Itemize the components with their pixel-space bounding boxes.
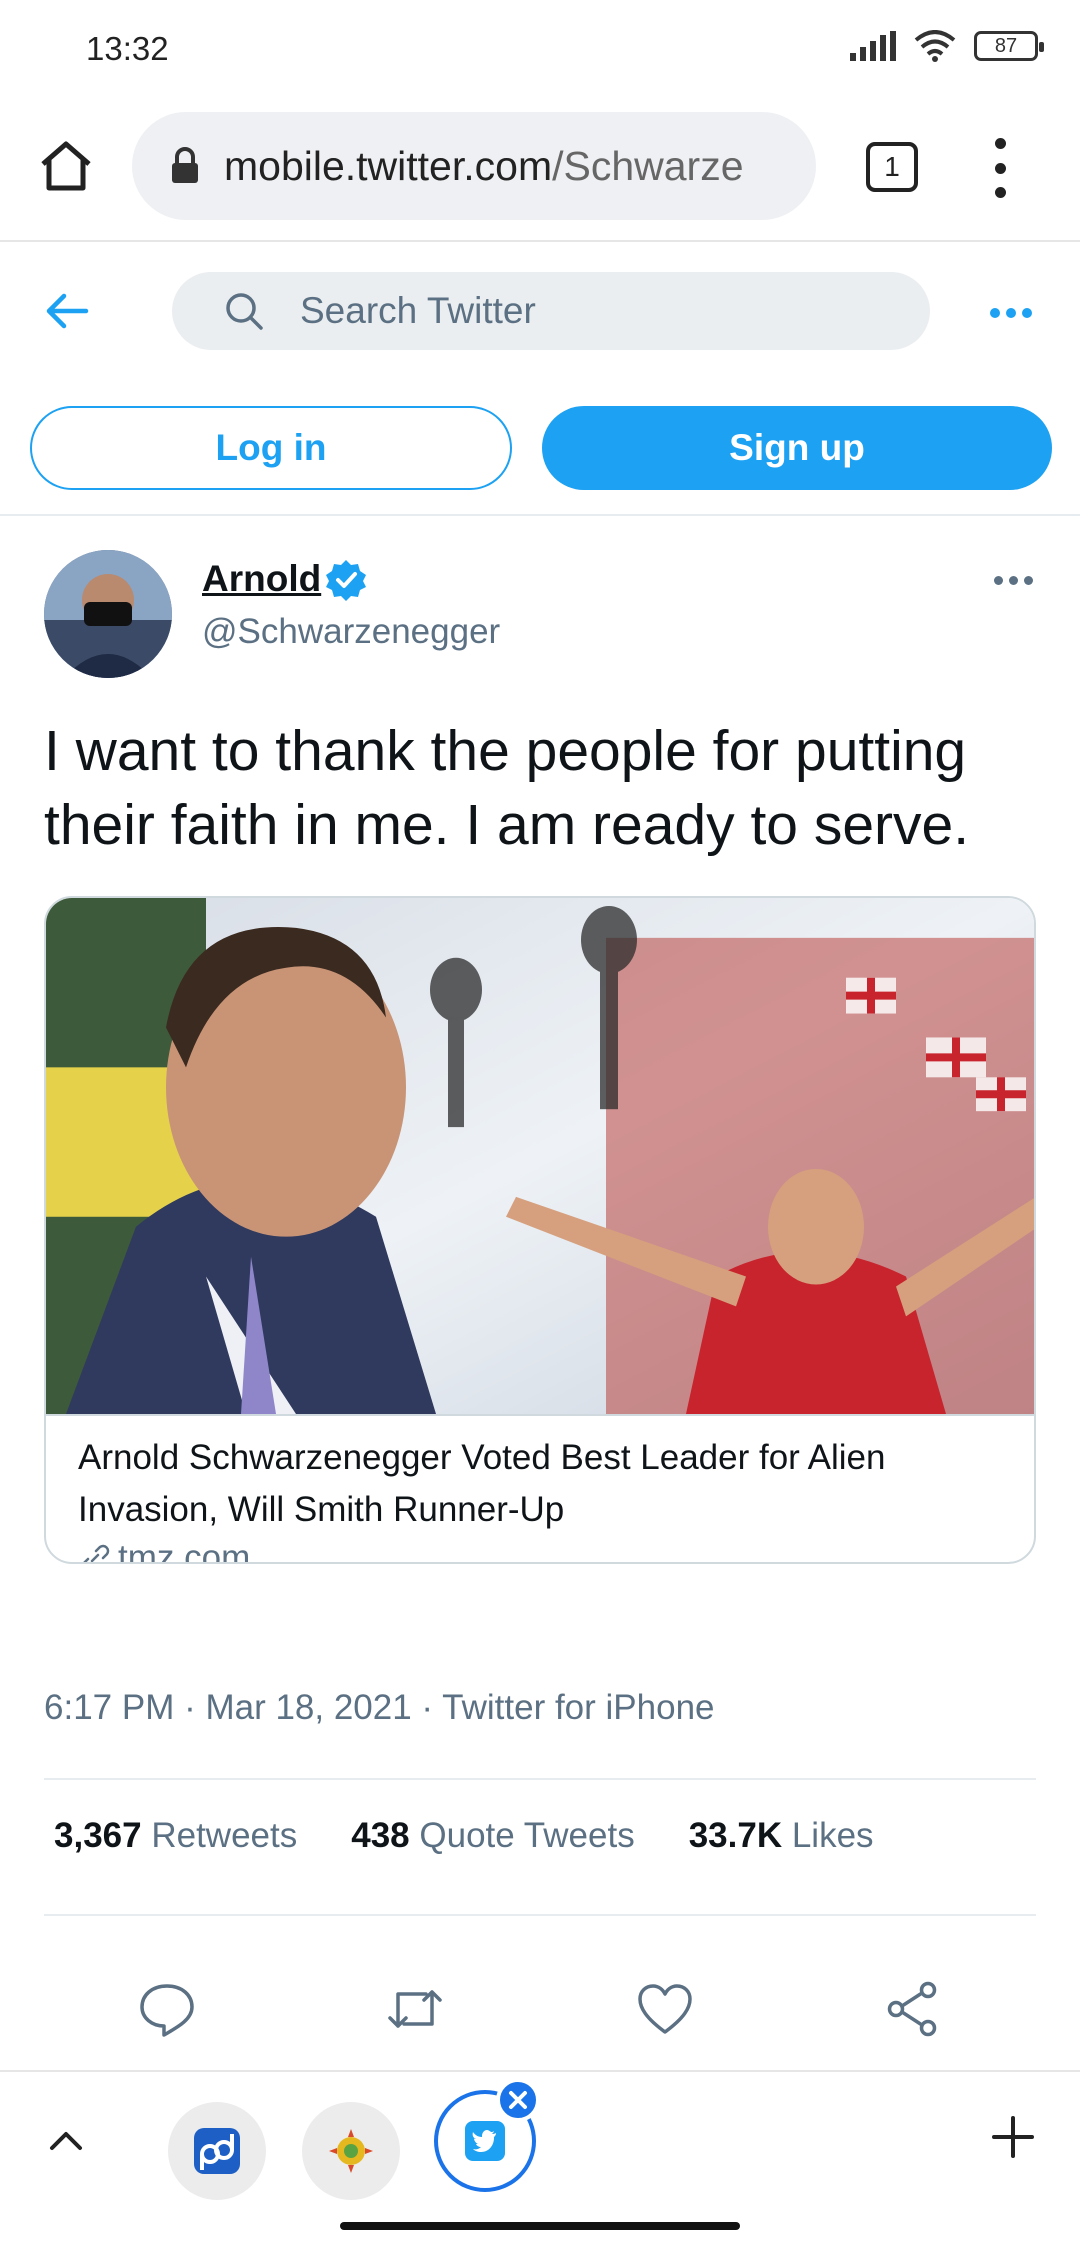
browser-toolbar: mobile.twitter.com/Schwarze 1 xyxy=(0,100,1080,242)
divider xyxy=(44,1914,1036,1916)
twitter-header: Search Twitter xyxy=(0,244,1080,376)
card-title: Arnold Schwarzenegger Voted Best Leader … xyxy=(78,1438,886,1529)
reply-icon[interactable] xyxy=(138,1980,196,2038)
url-host: mobile.twitter.com xyxy=(224,142,553,189)
card-domain-text: tmz.com xyxy=(118,1538,251,1564)
tab-switcher-button[interactable]: 1 xyxy=(866,142,918,192)
home-button[interactable] xyxy=(34,134,98,198)
more-options-button[interactable] xyxy=(990,308,1032,318)
link-card[interactable]: Arnold Schwarzenegger Voted Best Leader … xyxy=(44,896,1036,1564)
author-name[interactable]: Arnold xyxy=(202,558,321,600)
tab-thumbnail-pb[interactable] xyxy=(168,2102,266,2200)
url-bar[interactable]: mobile.twitter.com/Schwarze xyxy=(132,112,816,220)
quotes-count: 438 xyxy=(351,1816,410,1855)
search-input[interactable]: Search Twitter xyxy=(172,272,930,350)
site-favicon-icon xyxy=(329,2129,373,2173)
chevron-up-icon[interactable] xyxy=(44,2118,88,2162)
retweets-count: 3,367 xyxy=(54,1816,142,1855)
search-placeholder: Search Twitter xyxy=(300,290,536,331)
likes-count: 33.7K xyxy=(688,1816,783,1855)
close-icon xyxy=(509,2091,527,2109)
author-handle[interactable]: @Schwarzenegger xyxy=(202,612,500,652)
retweet-icon[interactable] xyxy=(386,1980,444,2038)
like-icon[interactable] xyxy=(636,1980,694,2038)
status-time: 13:32 xyxy=(86,30,169,67)
tweet-more-button[interactable] xyxy=(994,576,1033,585)
quotes-label: Quote Tweets xyxy=(419,1816,635,1855)
status-icons: 87 xyxy=(850,30,1044,62)
pb-app-icon xyxy=(194,2128,240,2174)
tweet-stats: 3,367 Retweets 438 Quote Tweets 33.7K Li… xyxy=(54,1816,874,1856)
tweet-text: I want to thank the people for putting t… xyxy=(44,719,970,857)
likes-stat[interactable]: 33.7K Likes xyxy=(689,1816,874,1856)
divider xyxy=(44,1778,1036,1780)
card-domain: tmz.com xyxy=(78,1538,251,1564)
browser-menu-button[interactable] xyxy=(985,138,1015,198)
retweets-label: Retweets xyxy=(151,1816,298,1855)
twitter-app-icon xyxy=(465,2121,505,2161)
signup-button[interactable]: Sign up xyxy=(542,406,1052,490)
tweet-actions xyxy=(0,1958,1080,2058)
login-button[interactable]: Log in xyxy=(30,406,512,490)
close-tab-button[interactable] xyxy=(496,2078,540,2122)
quotes-stat[interactable]: 438 Quote Tweets xyxy=(351,1816,634,1856)
auth-buttons: Log in Sign up xyxy=(0,376,1080,516)
status-bar: 13:32 87 xyxy=(0,0,1080,100)
tab-thumbnail-site[interactable] xyxy=(302,2102,400,2200)
url-text: mobile.twitter.com/Schwarze xyxy=(224,143,744,190)
tweet-meta: 6:17 PM · Mar 18, 2021 · Twitter for iPh… xyxy=(44,1688,715,1727)
battery-indicator: 87 xyxy=(974,31,1044,61)
back-arrow-icon[interactable] xyxy=(42,286,92,336)
tab-count: 1 xyxy=(884,151,900,182)
plus-icon[interactable] xyxy=(990,2114,1036,2160)
search-icon xyxy=(226,293,263,330)
signal-icon xyxy=(850,31,896,61)
share-icon[interactable] xyxy=(884,1980,942,2038)
card-image xyxy=(46,898,1034,1416)
wifi-icon xyxy=(914,30,956,62)
retweets-stat[interactable]: 3,367 Retweets xyxy=(54,1816,297,1856)
avatar[interactable] xyxy=(44,550,172,678)
verified-badge-icon xyxy=(326,560,366,601)
bottom-tab-bar xyxy=(0,2070,1080,2210)
url-path: /Schwarze xyxy=(552,142,744,189)
link-icon xyxy=(83,1544,110,1562)
home-indicator[interactable] xyxy=(340,2222,740,2230)
likes-label: Likes xyxy=(791,1816,874,1855)
battery-level: 87 xyxy=(994,34,1018,57)
lock-icon xyxy=(172,147,198,183)
home-icon xyxy=(41,141,91,191)
